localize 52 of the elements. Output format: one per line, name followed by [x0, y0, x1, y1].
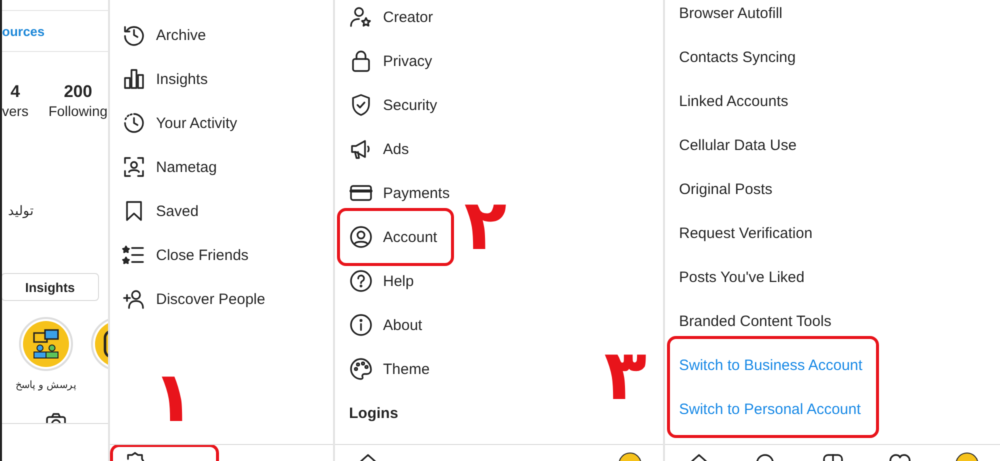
highlight-cover[interactable]: [19, 317, 73, 371]
menu-item[interactable]: Theme: [335, 347, 430, 391]
menu-item[interactable]: Security: [335, 83, 438, 127]
menu-link[interactable]: Switch to Business Account: [679, 343, 862, 387]
step-number: ۱: [152, 356, 195, 438]
stat-count: 200: [64, 82, 92, 102]
step-number: ۲: [464, 184, 507, 266]
menu-item[interactable]: Privacy: [335, 39, 432, 83]
palette-icon: [349, 357, 373, 381]
menu-item[interactable]: Cellular Data Use: [665, 123, 797, 167]
stat-label: Following: [48, 102, 108, 120]
menu-item[interactable]: Creator: [335, 0, 434, 39]
history-icon: [122, 23, 146, 47]
menu-link[interactable]: Switch to Personal Account: [679, 387, 862, 431]
insights-button[interactable]: Insights: [2, 273, 99, 301]
bio-text: تولید: [8, 203, 34, 218]
menu-item[interactable]: Saved: [110, 189, 199, 233]
menu-item[interactable]: Branded Content Tools: [665, 299, 832, 343]
menu-item[interactable]: Close Friends: [110, 233, 249, 277]
add-person-icon: [122, 287, 146, 311]
menu-item[interactable]: About: [335, 303, 422, 347]
help-icon: [349, 269, 373, 293]
menu-item[interactable]: Browser Autofill: [665, 0, 782, 35]
shield-check-icon: [349, 93, 373, 117]
stat-label: vers: [2, 102, 28, 120]
clock-icon: [122, 111, 146, 135]
menu-item[interactable]: Ads: [335, 127, 409, 171]
highlight-label: پرسش و پاسخ: [16, 379, 76, 391]
step-number: ۳: [604, 334, 647, 416]
star-list-icon: [122, 243, 146, 267]
menu-item[interactable]: Nametag: [110, 145, 217, 189]
bar-chart-icon: [122, 67, 146, 91]
menu-item[interactable]: Contacts Syncing: [665, 35, 796, 79]
menu-item[interactable]: Account: [349, 215, 438, 259]
menu-item[interactable]: Your Activity: [110, 101, 238, 145]
menu-item[interactable]: Payments: [335, 171, 450, 215]
menu-item[interactable]: Linked Accounts: [665, 79, 788, 123]
info-icon: [349, 313, 373, 337]
menu-item[interactable]: Original Posts: [665, 167, 772, 211]
menu-item[interactable]: Help: [335, 259, 414, 303]
menu-item[interactable]: Archive: [110, 13, 206, 57]
stat-count: 4: [10, 82, 20, 102]
menu-item[interactable]: Insights: [110, 57, 208, 101]
lock-icon: [349, 49, 373, 73]
scan-icon: [122, 155, 146, 179]
menu-item[interactable]: Posts You've Liked: [665, 255, 804, 299]
person-star-icon: [349, 5, 373, 29]
user-circle-icon: [349, 225, 373, 249]
section-heading: Logins: [348, 404, 398, 424]
link-text[interactable]: ources: [2, 24, 45, 39]
menu-item[interactable]: Discover People: [110, 277, 266, 321]
menu-item[interactable]: Request Verification: [665, 211, 812, 255]
